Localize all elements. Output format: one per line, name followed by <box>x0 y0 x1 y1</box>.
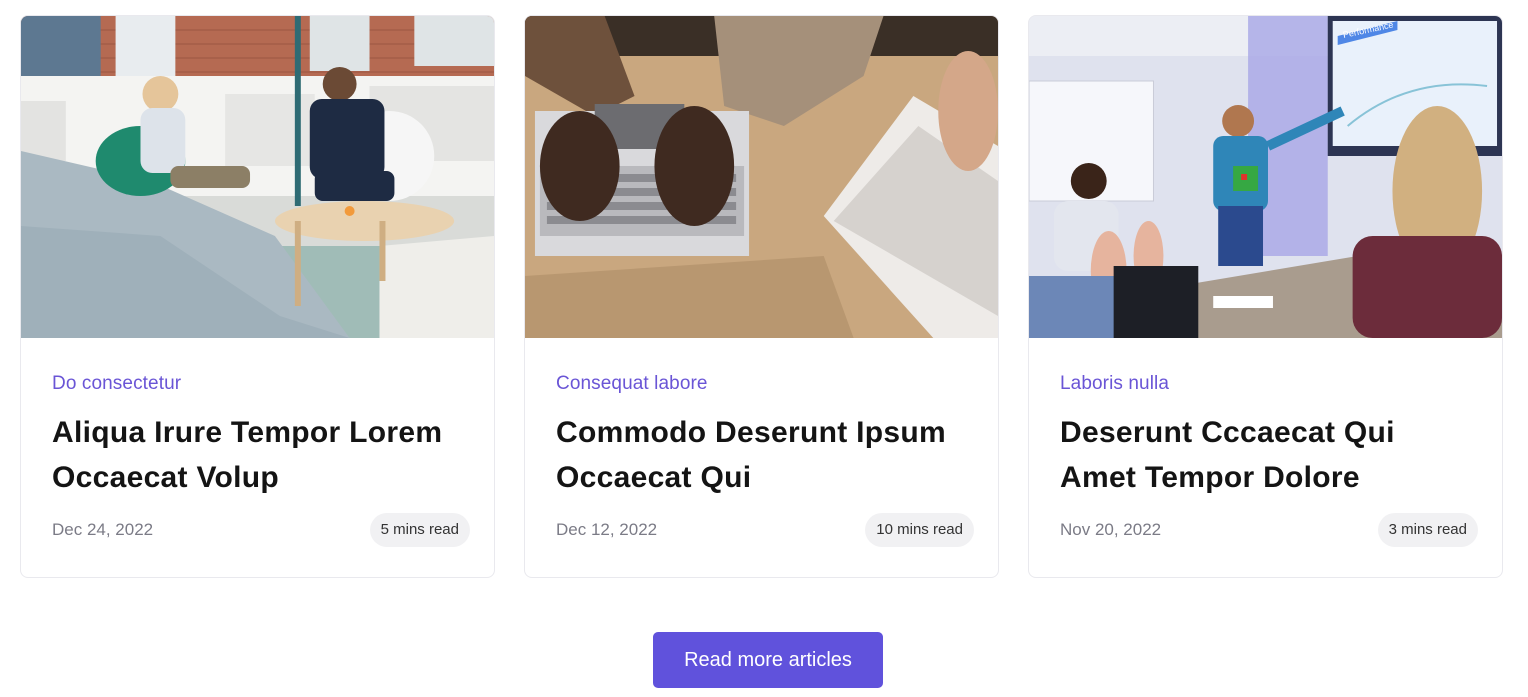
article-title[interactable]: Commodo Deserunt Ipsum Occaecat Qui <box>556 410 956 500</box>
article-category[interactable]: Consequat labore <box>556 372 967 396</box>
article-date: Dec 12, 2022 <box>556 520 658 539</box>
article-title[interactable]: Deserunt Cccaecat Qui Amet Tempor Dolore <box>1060 410 1460 500</box>
read-time-badge: 3 mins read <box>1377 513 1478 547</box>
article-date: Dec 24, 2022 <box>52 520 154 539</box>
article-meta: Dec 12, 2022 10 mins read <box>556 513 974 547</box>
article-image-presentation[interactable]: Performance <box>1029 16 1502 338</box>
read-time-badge: 5 mins read <box>369 513 470 547</box>
article-title[interactable]: Aliqua Irure Tempor Lorem Occaecat Volup <box>52 410 452 500</box>
article-meta: Nov 20, 2022 3 mins read <box>1060 513 1478 547</box>
article-meta: Dec 24, 2022 5 mins read <box>52 513 470 547</box>
article-image-lounge[interactable] <box>21 16 494 338</box>
article-image-laptops[interactable] <box>525 16 998 338</box>
article-card[interactable]: Consequat labore Commodo Deserunt Ipsum … <box>524 15 999 578</box>
read-more-articles-button[interactable]: Read more articles <box>653 632 883 688</box>
article-card[interactable]: Performance Laboris nulla Deserunt Cccae… <box>1028 15 1503 578</box>
read-time-badge: 10 mins read <box>865 513 974 547</box>
article-date: Nov 20, 2022 <box>1060 520 1162 539</box>
article-category[interactable]: Laboris nulla <box>1060 372 1471 396</box>
article-card[interactable]: Do consectetur Aliqua Irure Tempor Lorem… <box>20 15 495 578</box>
article-card-list: Do consectetur Aliqua Irure Tempor Lorem… <box>20 15 1503 578</box>
article-category[interactable]: Do consectetur <box>52 372 463 396</box>
